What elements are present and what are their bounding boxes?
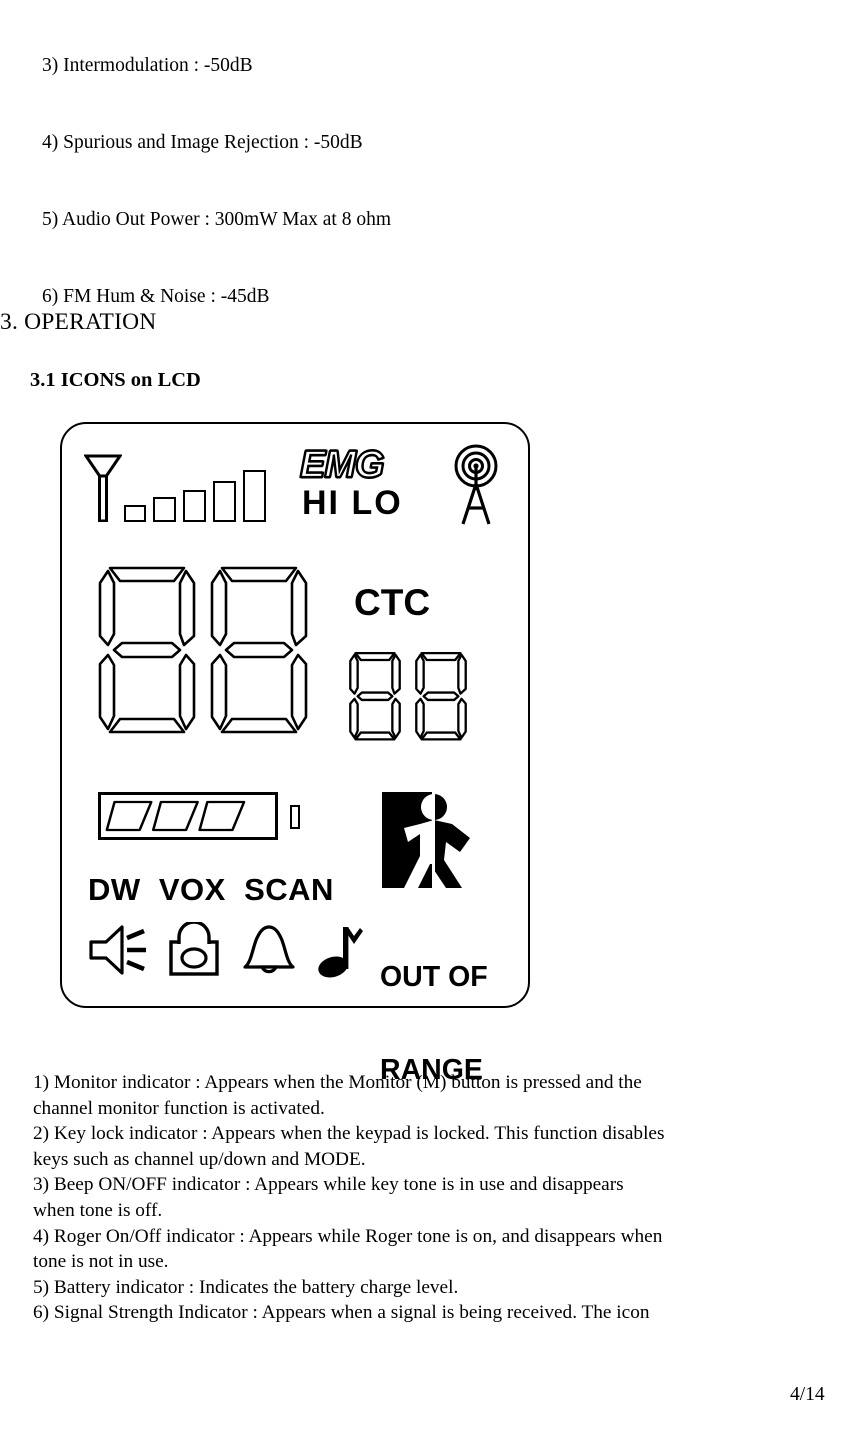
- signal-bar-2: [153, 497, 176, 522]
- seven-segment-digit: [349, 651, 401, 741]
- ctcss-code-digits: [347, 650, 469, 742]
- status-icon-row: [88, 922, 378, 984]
- description-line: 3) Beep ON/OFF indicator : Appears while…: [33, 1174, 624, 1196]
- ctcss-label: CTC: [354, 582, 431, 623]
- description-line: 4) Roger On/Off indicator : Appears whil…: [33, 1225, 663, 1247]
- music-note-icon: [318, 927, 363, 978]
- mode-indicator-row: DW VOX SCAN: [88, 872, 334, 907]
- battery-terminal: [290, 805, 300, 829]
- out-of-range-indicator: OUT OF RANGE: [380, 790, 520, 1086]
- subsection-title: 3.1 ICONS on LCD: [30, 369, 201, 391]
- description-line: keys such as channel up/down and MODE.: [33, 1148, 366, 1170]
- spec-line: 3) Intermodulation : -50dB: [42, 55, 253, 77]
- battery-segments: [105, 800, 246, 832]
- battery-body: [98, 792, 278, 840]
- antenna-icon: [84, 454, 122, 522]
- signal-bar-5: [243, 470, 266, 522]
- out-of-range-line-1: OUT OF: [380, 961, 488, 993]
- channel-digits: [94, 562, 312, 737]
- spec-line: 5) Audio Out Power : 300mW Max at 8 ohm: [42, 208, 391, 230]
- icon-description-list: 1) Monitor indicator : Appears when the …: [33, 1070, 854, 1326]
- hi-lo-power-label: HI LO: [302, 484, 403, 522]
- description-line: channel monitor function is activated.: [33, 1097, 325, 1119]
- description-line: when tone is off.: [33, 1199, 163, 1221]
- specification-list: 3) Intermodulation : -50dB 4) Spurious a…: [42, 2, 391, 335]
- seven-segment-digit: [210, 566, 308, 734]
- seven-segment-digit: [98, 566, 196, 734]
- signal-bar-1: [124, 505, 146, 522]
- page-number: 4/14: [790, 1384, 825, 1405]
- battery-indicator: [98, 792, 303, 844]
- description-line: tone is not in use.: [33, 1251, 169, 1273]
- out-of-range-person-icon: [382, 792, 470, 888]
- spec-line: 6) FM Hum & Noise : -45dB: [42, 285, 270, 307]
- description-line: 6) Signal Strength Indicator : Appears w…: [33, 1302, 650, 1324]
- lcd-panel: EMG HI LO CTC DW VOX SCAN OUT OF RANGE: [60, 422, 530, 1086]
- bell-icon: [243, 925, 295, 974]
- emg-label: EMG: [299, 444, 386, 486]
- description-line: 5) Battery indicator : Indicates the bat…: [33, 1276, 459, 1298]
- seven-segment-digit: [415, 651, 467, 741]
- section-title: 3. OPERATION: [0, 309, 157, 335]
- transmit-tower-icon: [454, 444, 498, 525]
- speaker-icon: [89, 925, 146, 975]
- key-lock-icon: [169, 922, 219, 976]
- spec-line: 4) Spurious and Image Rejection : -50dB: [42, 131, 363, 153]
- description-line: 1) Monitor indicator : Appears when the …: [33, 1072, 642, 1093]
- signal-bar-4: [213, 481, 236, 522]
- signal-strength-indicator: [84, 452, 299, 522]
- description-line: 2) Key lock indicator : Appears when the…: [33, 1123, 665, 1145]
- signal-bar-3: [183, 490, 206, 522]
